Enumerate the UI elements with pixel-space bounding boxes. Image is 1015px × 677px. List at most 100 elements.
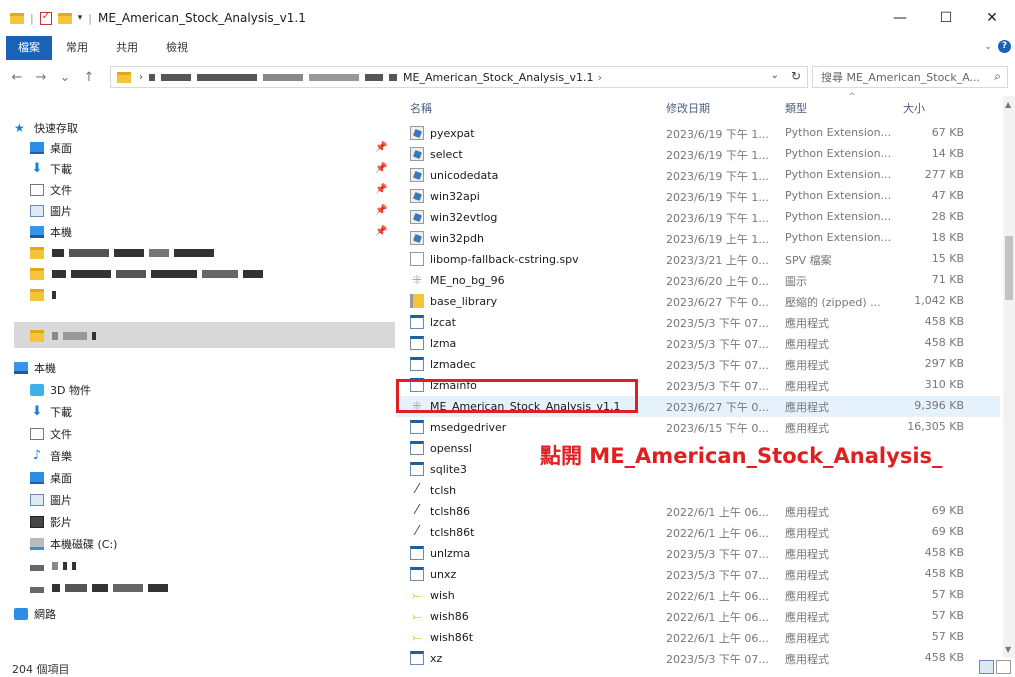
file-row[interactable]: ⁄ tclsh86 2022/6/1 上午 06... 應用程式 69 KB (396, 501, 1000, 522)
file-name-cell[interactable]: ⁜ ME_no_bg_96 (410, 273, 660, 287)
scrollbar-thumb[interactable] (1005, 236, 1013, 300)
file-row[interactable]: lzma 2023/5/3 下午 07... 應用程式 458 KB (396, 333, 1000, 354)
pin-icon[interactable]: 📌 (375, 184, 387, 195)
file-row[interactable]: unicodedata 2023/6/19 下午 1... Python Exten… (396, 165, 1000, 186)
column-header-date[interactable]: 修改日期 (666, 100, 710, 118)
file-name-cell[interactable]: win32evtlog (410, 210, 660, 224)
file-name-cell[interactable]: lzma (410, 336, 660, 350)
sidebar-item-this-pc-quick[interactable]: 本機 (30, 222, 72, 242)
close-button[interactable]: ✕ (969, 0, 1015, 36)
file-name-cell[interactable]: unicodedata (410, 168, 660, 182)
file-name-cell[interactable]: unlzma (410, 546, 660, 560)
file-name-cell[interactable]: base_library (410, 294, 660, 308)
file-row[interactable]: select 2023/6/19 下午 1... Python Extension.… (396, 144, 1000, 165)
sidebar-item-videos[interactable]: 影片 (30, 512, 72, 532)
tab-file[interactable]: 檔案 (6, 36, 52, 60)
file-name-cell[interactable]: lzmadec (410, 357, 660, 371)
sidebar-item-this-pc[interactable]: 本機 (14, 358, 56, 378)
file-name-cell[interactable]: libomp-fallback-cstring.spv (410, 252, 660, 266)
file-row[interactable]: win32api 2023/6/19 下午 1... Python Extensio… (396, 186, 1000, 207)
file-row[interactable]: pyexpat 2023/6/19 下午 1... Python Extension… (396, 123, 1000, 144)
details-view-icon[interactable] (979, 660, 994, 674)
file-name-cell[interactable]: msedgedriver (410, 420, 660, 434)
back-button[interactable]: ← (10, 70, 24, 85)
file-name-cell[interactable]: ⁄ tclsh (410, 483, 660, 497)
column-header-name[interactable]: 名稱 (410, 100, 432, 118)
address-bar[interactable]: › ME_American_Stock_Analysis_v1.1 › ⌄ ↻ (110, 66, 808, 88)
file-row[interactable]: msedgedriver 2023/6/15 下午 0... 應用程式 16,305 … (396, 417, 1000, 438)
file-row[interactable]: ⁄ tclsh (396, 480, 1000, 501)
file-row[interactable]: win32evtlog 2023/6/19 下午 1... Python Exten… (396, 207, 1000, 228)
file-name-cell[interactable]: pyexpat (410, 126, 660, 140)
breadcrumb-current[interactable]: ME_American_Stock_Analysis_v1.1 (403, 71, 594, 84)
file-row[interactable]: ⁜ ME_no_bg_96 2023/6/20 上午 0... 圖示 71 KB (396, 270, 1000, 291)
maximize-button[interactable]: ☐ (923, 0, 969, 36)
sidebar-item-redacted-folder[interactable] (30, 285, 56, 305)
file-row[interactable]: unxz 2023/5/3 下午 07... 應用程式 458 KB (396, 564, 1000, 585)
file-row[interactable]: libomp-fallback-cstring.spv 2023/3/21 上午 … (396, 249, 1000, 270)
pin-icon[interactable]: 📌 (375, 163, 387, 174)
sidebar-item-music[interactable]: ♪ 音樂 (30, 446, 72, 466)
scroll-down-icon[interactable]: ▼ (1005, 645, 1011, 654)
file-name-cell[interactable]: win32api (410, 189, 660, 203)
address-dropdown-icon[interactable]: ⌄ (771, 70, 779, 81)
sidebar-item-downloads[interactable]: ⬇ 下載 (30, 159, 72, 179)
search-box[interactable]: 搜尋 ME_American_Stock_A... ⌕ (812, 66, 1008, 88)
pin-icon[interactable]: 📌 (375, 142, 387, 153)
file-name-cell[interactable]: win32pdh (410, 231, 660, 245)
sidebar-item-3d-objects[interactable]: 3D 物件 (30, 380, 91, 400)
file-name-cell[interactable]: ⤚ wish (410, 588, 660, 602)
tab-home[interactable]: 常用 (52, 36, 102, 60)
breadcrumb-separator[interactable]: › (598, 71, 602, 84)
tab-share[interactable]: 共用 (102, 36, 152, 60)
sidebar-item-pictures[interactable]: 圖片 (30, 490, 72, 510)
file-row[interactable]: ⁄ tclsh86t 2022/6/1 上午 06... 應用程式 69 KB (396, 522, 1000, 543)
sidebar-item-pictures[interactable]: 圖片 (30, 201, 72, 221)
column-header-size[interactable]: 大小 (903, 100, 925, 118)
sidebar-item-redacted-folder[interactable] (30, 264, 263, 284)
refresh-icon[interactable]: ↻ (791, 69, 801, 83)
file-name-cell[interactable]: ⤚ wish86t (410, 630, 660, 644)
scroll-up-icon[interactable]: ▲ (1005, 100, 1011, 109)
help-icon[interactable]: ? (998, 40, 1011, 53)
ribbon-expand-icon[interactable]: ⌄ (984, 42, 992, 52)
pin-icon[interactable]: 📌 (375, 226, 387, 237)
large-icons-view-icon[interactable] (996, 660, 1011, 674)
minimize-button[interactable]: — (877, 0, 923, 36)
sidebar-item-downloads[interactable]: ⬇ 下載 (30, 402, 72, 422)
tab-view[interactable]: 檢視 (152, 36, 202, 60)
forward-button[interactable]: → (34, 70, 48, 85)
sidebar-item-documents[interactable]: 文件 (30, 180, 72, 200)
file-row[interactable]: lzmadec 2023/5/3 下午 07... 應用程式 297 KB (396, 354, 1000, 375)
file-name-cell[interactable]: ⁄ tclsh86t (410, 525, 660, 539)
file-name-cell[interactable]: unxz (410, 567, 660, 581)
recent-locations-button[interactable]: ⌄ (58, 70, 72, 85)
new-folder-icon[interactable] (57, 12, 72, 24)
file-name-cell[interactable]: lzcat (410, 315, 660, 329)
file-name-cell[interactable]: ⁄ tclsh86 (410, 504, 660, 518)
vertical-scrollbar[interactable]: ▲ ▼ (1003, 96, 1015, 658)
file-name-cell[interactable]: select (410, 147, 660, 161)
customize-toolbar-icon[interactable]: ▾ (78, 13, 83, 23)
sidebar-item-redacted-drive[interactable] (30, 578, 168, 598)
file-row[interactable]: lzcat 2023/5/3 下午 07... 應用程式 458 KB (396, 312, 1000, 333)
file-row[interactable]: base_library 2023/6/27 下午 0... 壓縮的 (zipped… (396, 291, 1000, 312)
sidebar-item-documents[interactable]: 文件 (30, 424, 72, 444)
file-row[interactable]: unlzma 2023/5/3 下午 07... 應用程式 458 KB (396, 543, 1000, 564)
sidebar-quick-access[interactable]: ★ 快速存取 (14, 118, 78, 138)
sidebar-item-redacted-drive[interactable] (30, 556, 76, 576)
sidebar-item-redacted-folder[interactable] (30, 243, 214, 263)
file-name-cell[interactable]: ⤚ wish86 (410, 609, 660, 623)
properties-icon[interactable] (39, 11, 52, 25)
sidebar-item-desktop[interactable]: 桌面 (30, 138, 72, 158)
file-row[interactable]: ⤚ wish 2022/6/1 上午 06... 應用程式 57 KB (396, 585, 1000, 606)
sidebar-item-local-disk[interactable]: 本機磁碟 (C:) (30, 534, 117, 554)
sidebar-item-selected-folder[interactable] (30, 326, 96, 346)
sidebar-item-desktop[interactable]: 桌面 (30, 468, 72, 488)
up-button[interactable]: ↑ (82, 70, 96, 85)
search-input[interactable]: 搜尋 ME_American_Stock_A... (821, 69, 981, 85)
file-row[interactable]: ⤚ wish86t 2022/6/1 上午 06... 應用程式 57 KB (396, 627, 1000, 648)
file-row[interactable]: win32pdh 2023/6/19 上午 1... Python Extensio… (396, 228, 1000, 249)
file-row[interactable]: ⤚ wish86 2022/6/1 上午 06... 應用程式 57 KB (396, 606, 1000, 627)
sidebar-item-network[interactable]: 網路 (14, 604, 56, 624)
